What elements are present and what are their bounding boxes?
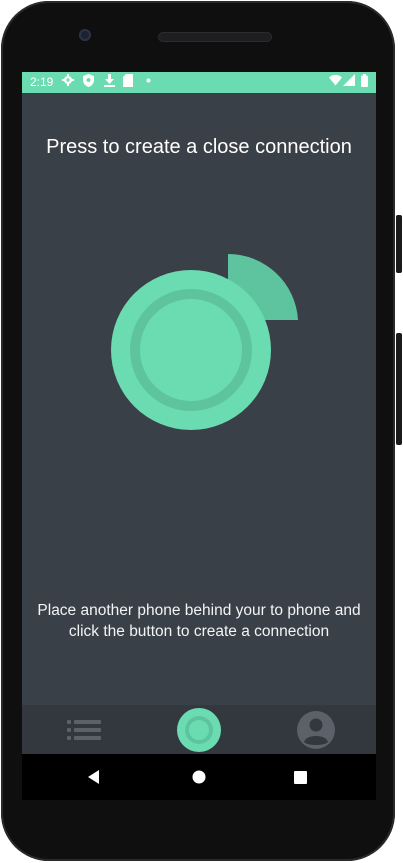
- recents-button[interactable]: [270, 754, 330, 800]
- connection-button-graphic: [111, 253, 298, 430]
- recents-icon: [293, 770, 307, 784]
- status-bar: 2:19: [22, 72, 376, 93]
- nav-list-button[interactable]: [54, 705, 114, 754]
- earpiece-speaker: [158, 32, 272, 42]
- volume-button: [396, 333, 402, 445]
- profile-icon: [297, 710, 335, 749]
- back-icon: [88, 770, 99, 784]
- home-icon: [192, 770, 206, 784]
- nav-connect-button[interactable]: [169, 705, 229, 754]
- system-navigation-bar: [22, 754, 376, 800]
- shield-icon: [83, 74, 94, 92]
- nav-profile-button[interactable]: [286, 705, 346, 754]
- home-button[interactable]: [169, 754, 229, 800]
- dot-icon: [146, 74, 151, 92]
- front-camera: [79, 29, 91, 41]
- page-title: Press to create a close connection: [46, 136, 352, 158]
- instruction-text: Place another phone behind your to phone…: [37, 602, 361, 640]
- gear-icon: [62, 74, 74, 91]
- wifi-icon: [329, 74, 342, 91]
- bottom-navigation: [22, 705, 376, 754]
- connect-icon: [177, 707, 221, 752]
- battery-icon: [361, 74, 368, 92]
- status-time: 2:19: [30, 75, 54, 89]
- app-screen: 2:19 Press to create a close connection: [22, 72, 376, 754]
- sd-card-icon: [123, 74, 133, 92]
- list-icon: [67, 719, 101, 740]
- create-connection-button[interactable]: [101, 253, 301, 453]
- download-icon: [104, 74, 115, 92]
- signal-icon: [343, 74, 355, 91]
- power-button: [396, 215, 402, 273]
- back-button[interactable]: [64, 754, 124, 800]
